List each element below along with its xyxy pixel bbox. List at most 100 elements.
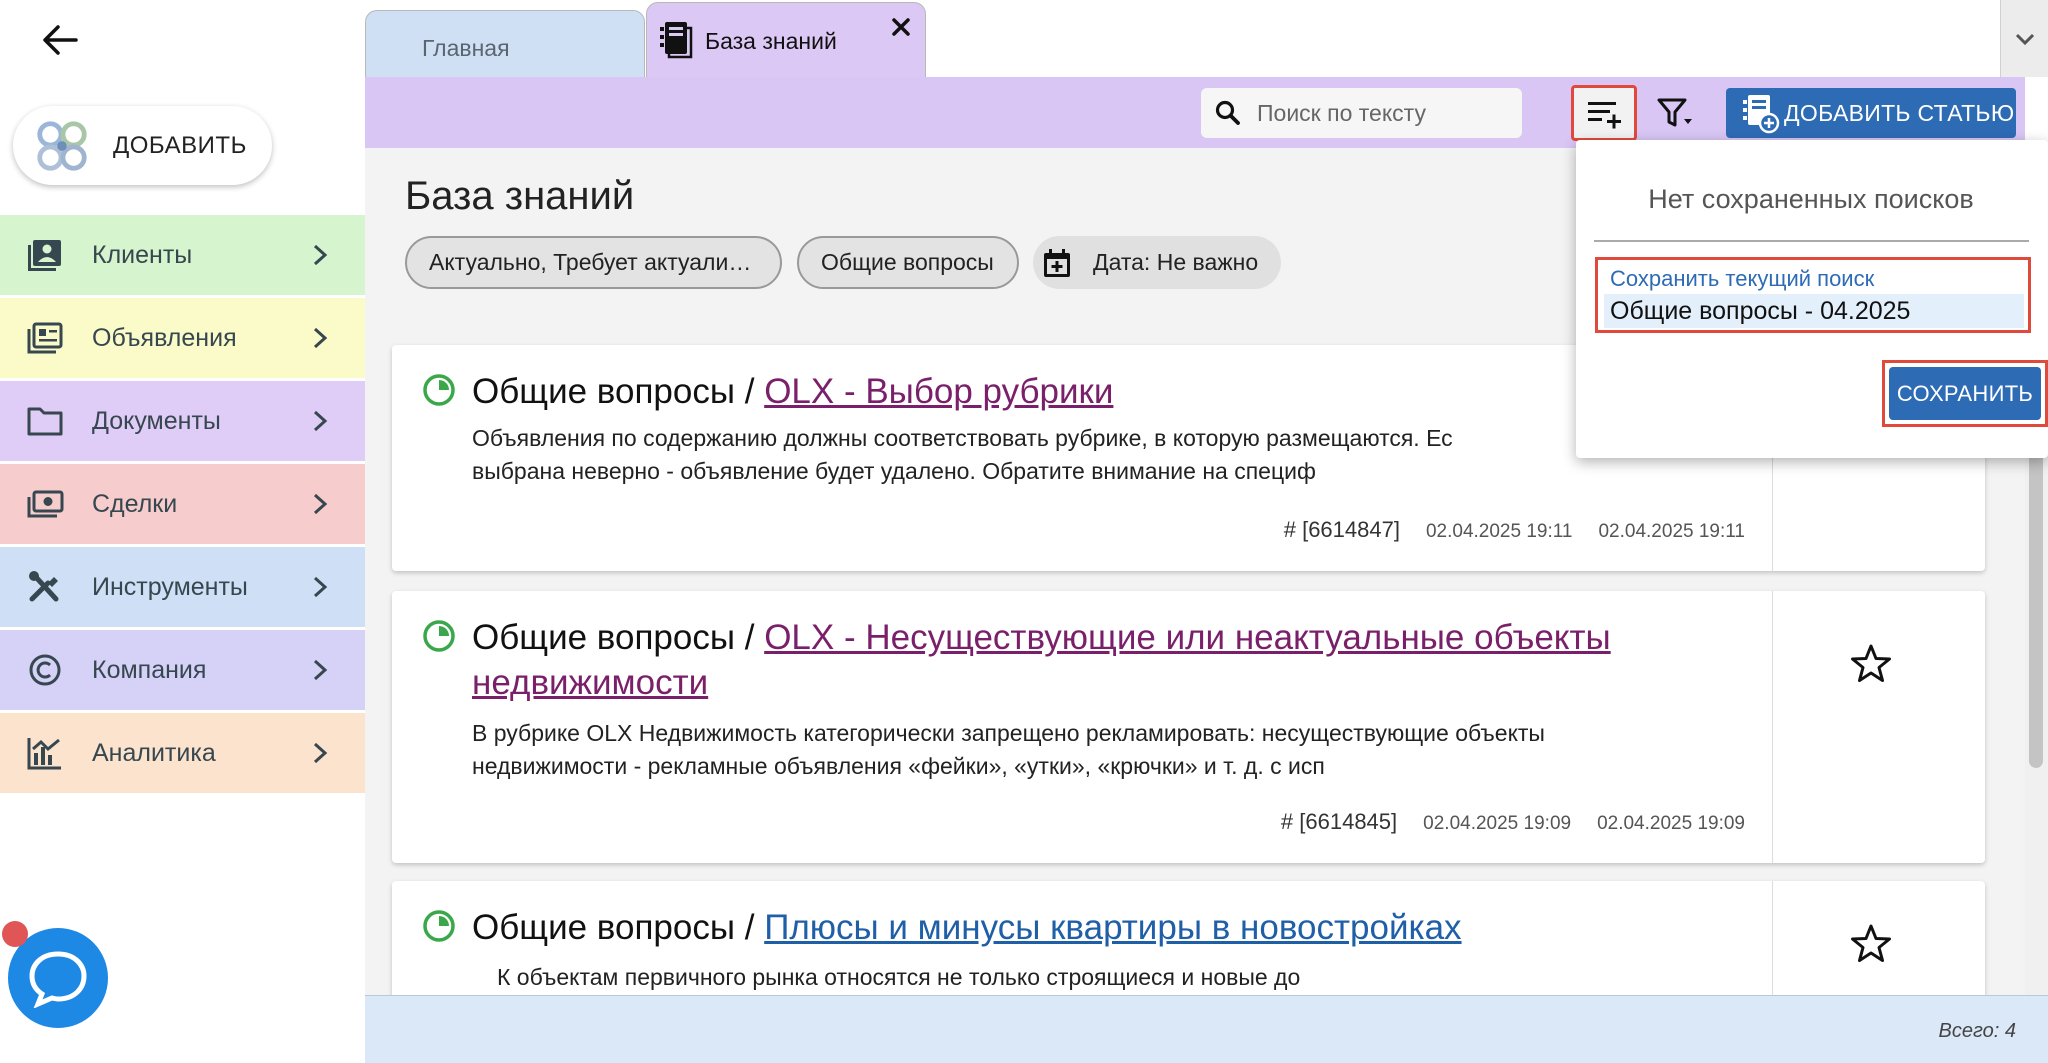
total-count: Всего: 4 (1938, 1020, 2016, 1042)
sidebar-item-label: Аналитика (92, 738, 216, 767)
knowledge-base-icon (660, 22, 693, 59)
chevron-right-icon (313, 742, 328, 764)
money-icon (27, 490, 64, 518)
article-card: Общие вопросы / OLX - Несуществующие или… (392, 591, 1985, 863)
no-saved-searches-text: Нет сохраненных поисков (1648, 184, 1974, 214)
add-article-button[interactable]: ДОБАВИТЬ СТАТЬЮ (1726, 88, 2016, 138)
article-description: В рубрике OLX Недвижимость категорически… (472, 717, 1702, 783)
star-icon[interactable] (1850, 643, 1892, 683)
sidebar-item-clients[interactable]: Клиенты (0, 215, 365, 295)
tab-bar: Главная База знаний (365, 0, 2048, 77)
article-category: Общие вопросы / (472, 618, 765, 657)
footer: Всего: 4 (365, 995, 2048, 1063)
tab-knowledge-base[interactable]: База знаний (646, 2, 926, 77)
chevron-right-icon (313, 659, 328, 681)
save-search-input[interactable] (1610, 294, 2018, 328)
listing-icon (27, 322, 63, 354)
chevron-right-icon (313, 410, 328, 432)
toolbar: ДОБАВИТЬ СТАТЬЮ (365, 77, 2025, 148)
chip-label: Актуально, Требует актуализ… (429, 249, 758, 275)
article-updated: 02.04.2025 19:09 (1597, 813, 1745, 834)
category-filter-chip[interactable]: Общие вопросы (797, 236, 1019, 289)
save-search-input-wrap (1604, 294, 2024, 328)
add-logo-icon (37, 120, 87, 171)
sidebar-nav: Клиенты Объявления Документы Сделки Инст… (0, 215, 365, 796)
chat-icon (29, 951, 87, 1008)
close-icon[interactable] (887, 13, 915, 41)
article-link[interactable]: Плюсы и минусы квартиры в новостройках (764, 908, 1461, 947)
chevron-right-icon (313, 493, 328, 515)
article-title: Общие вопросы / Плюсы и минусы квартиры … (472, 905, 1722, 950)
article-category: Общие вопросы / (472, 372, 765, 411)
contacts-icon (28, 240, 61, 271)
sidebar-item-label: Инструменты (92, 572, 248, 601)
date-filter-chip[interactable]: Дата: Не важно (1033, 236, 1281, 289)
article-created: 02.04.2025 19:11 (1425, 521, 1573, 542)
copyright-icon (29, 654, 61, 686)
search-icon (1215, 100, 1240, 125)
article-description: Объявления по содержанию должны соответс… (472, 422, 1702, 488)
article-category: Общие вопросы / (472, 908, 765, 947)
calendar-add-icon (1044, 248, 1070, 277)
tabs-dropdown-button[interactable] (2000, 0, 2048, 77)
save-search-button[interactable] (1571, 85, 1637, 141)
back-button[interactable] (32, 18, 88, 62)
article-updated: 02.04.2025 19:11 (1598, 521, 1745, 542)
sidebar-item-label: Клиенты (92, 240, 193, 269)
tools-icon (29, 571, 59, 602)
sidebar-item-listings[interactable]: Объявления (0, 298, 365, 378)
sidebar-item-documents[interactable]: Документы (0, 381, 365, 461)
sidebar-item-label: Документы (92, 406, 221, 435)
status-actual-icon (423, 620, 455, 652)
search-box (1201, 88, 1522, 138)
saved-searches-popover: Нет сохраненных поисков Сохранить текущи… (1576, 140, 2048, 458)
search-input[interactable] (1257, 96, 1507, 130)
tab-label: Главная (422, 35, 510, 61)
filter-icon (1657, 98, 1692, 127)
sidebar-item-label: Компания (92, 655, 207, 684)
sidebar-item-company[interactable]: Компания (0, 630, 365, 710)
add-button[interactable]: ДОБАВИТЬ (13, 106, 272, 185)
add-article-icon (1743, 95, 1780, 134)
article-title: Общие вопросы / OLX - Выбор рубрики (472, 369, 1722, 414)
chip-label: Дата: Не важно (1093, 249, 1259, 275)
star-icon[interactable] (1850, 923, 1892, 963)
sidebar-item-analytics[interactable]: Аналитика (0, 713, 365, 793)
article-description-line: В рубрике OLX Недвижимость категорически… (472, 720, 1545, 746)
sidebar-item-tools[interactable]: Инструменты (0, 547, 365, 627)
sidebar-item-deals[interactable]: Сделки (0, 464, 365, 544)
save-search-label: Сохранить текущий поиск (1610, 266, 1875, 291)
article-created: 02.04.2025 19:09 (1423, 813, 1572, 834)
card-divider (1772, 881, 1773, 998)
filter-list-add-icon (1588, 102, 1621, 129)
folder-icon (27, 407, 63, 436)
tab-home[interactable]: Главная (365, 10, 645, 77)
status-actual-icon (423, 374, 455, 406)
status-filter-chip[interactable]: Актуально, Требует актуализ… (405, 236, 782, 289)
article-id: # [6614847] (1283, 517, 1400, 542)
chevron-down-icon (2015, 33, 2034, 45)
article-card: Общие вопросы / Плюсы и минусы квартиры … (392, 881, 1985, 998)
status-actual-icon (423, 910, 455, 942)
sidebar-item-label: Объявления (92, 323, 237, 352)
article-description: К объектам первичного рынка относятся не… (497, 961, 1727, 994)
card-divider (1772, 591, 1773, 863)
save-button-highlight: СОХРАНИТЬ (1882, 360, 2048, 427)
article-link[interactable]: OLX - Выбор рубрики (764, 372, 1113, 411)
save-button[interactable]: СОХРАНИТЬ (1889, 367, 2041, 420)
divider (1594, 240, 2029, 242)
article-title: Общие вопросы / OLX - Несуществующие или… (472, 615, 1722, 705)
add-button-label: ДОБАВИТЬ (113, 131, 247, 159)
article-id: # [6614845] (1280, 809, 1398, 834)
page-title: База знаний (405, 174, 635, 218)
filter-button[interactable] (1643, 85, 1709, 141)
arrow-left-icon (43, 25, 78, 55)
add-article-label: ДОБАВИТЬ СТАТЬЮ (1784, 99, 2015, 126)
article-description-line: К объектам первичного рынка относятся не… (497, 964, 1301, 990)
article-description-line: недвижимости - рекламные объявления «фей… (472, 753, 1325, 779)
notification-dot (2, 921, 28, 947)
analytics-icon (27, 738, 61, 770)
chip-label: Общие вопросы (821, 249, 994, 275)
article-meta: # [6614847] 02.04.2025 19:11 02.04.2025 … (1284, 517, 1745, 543)
chevron-right-icon (313, 576, 328, 598)
